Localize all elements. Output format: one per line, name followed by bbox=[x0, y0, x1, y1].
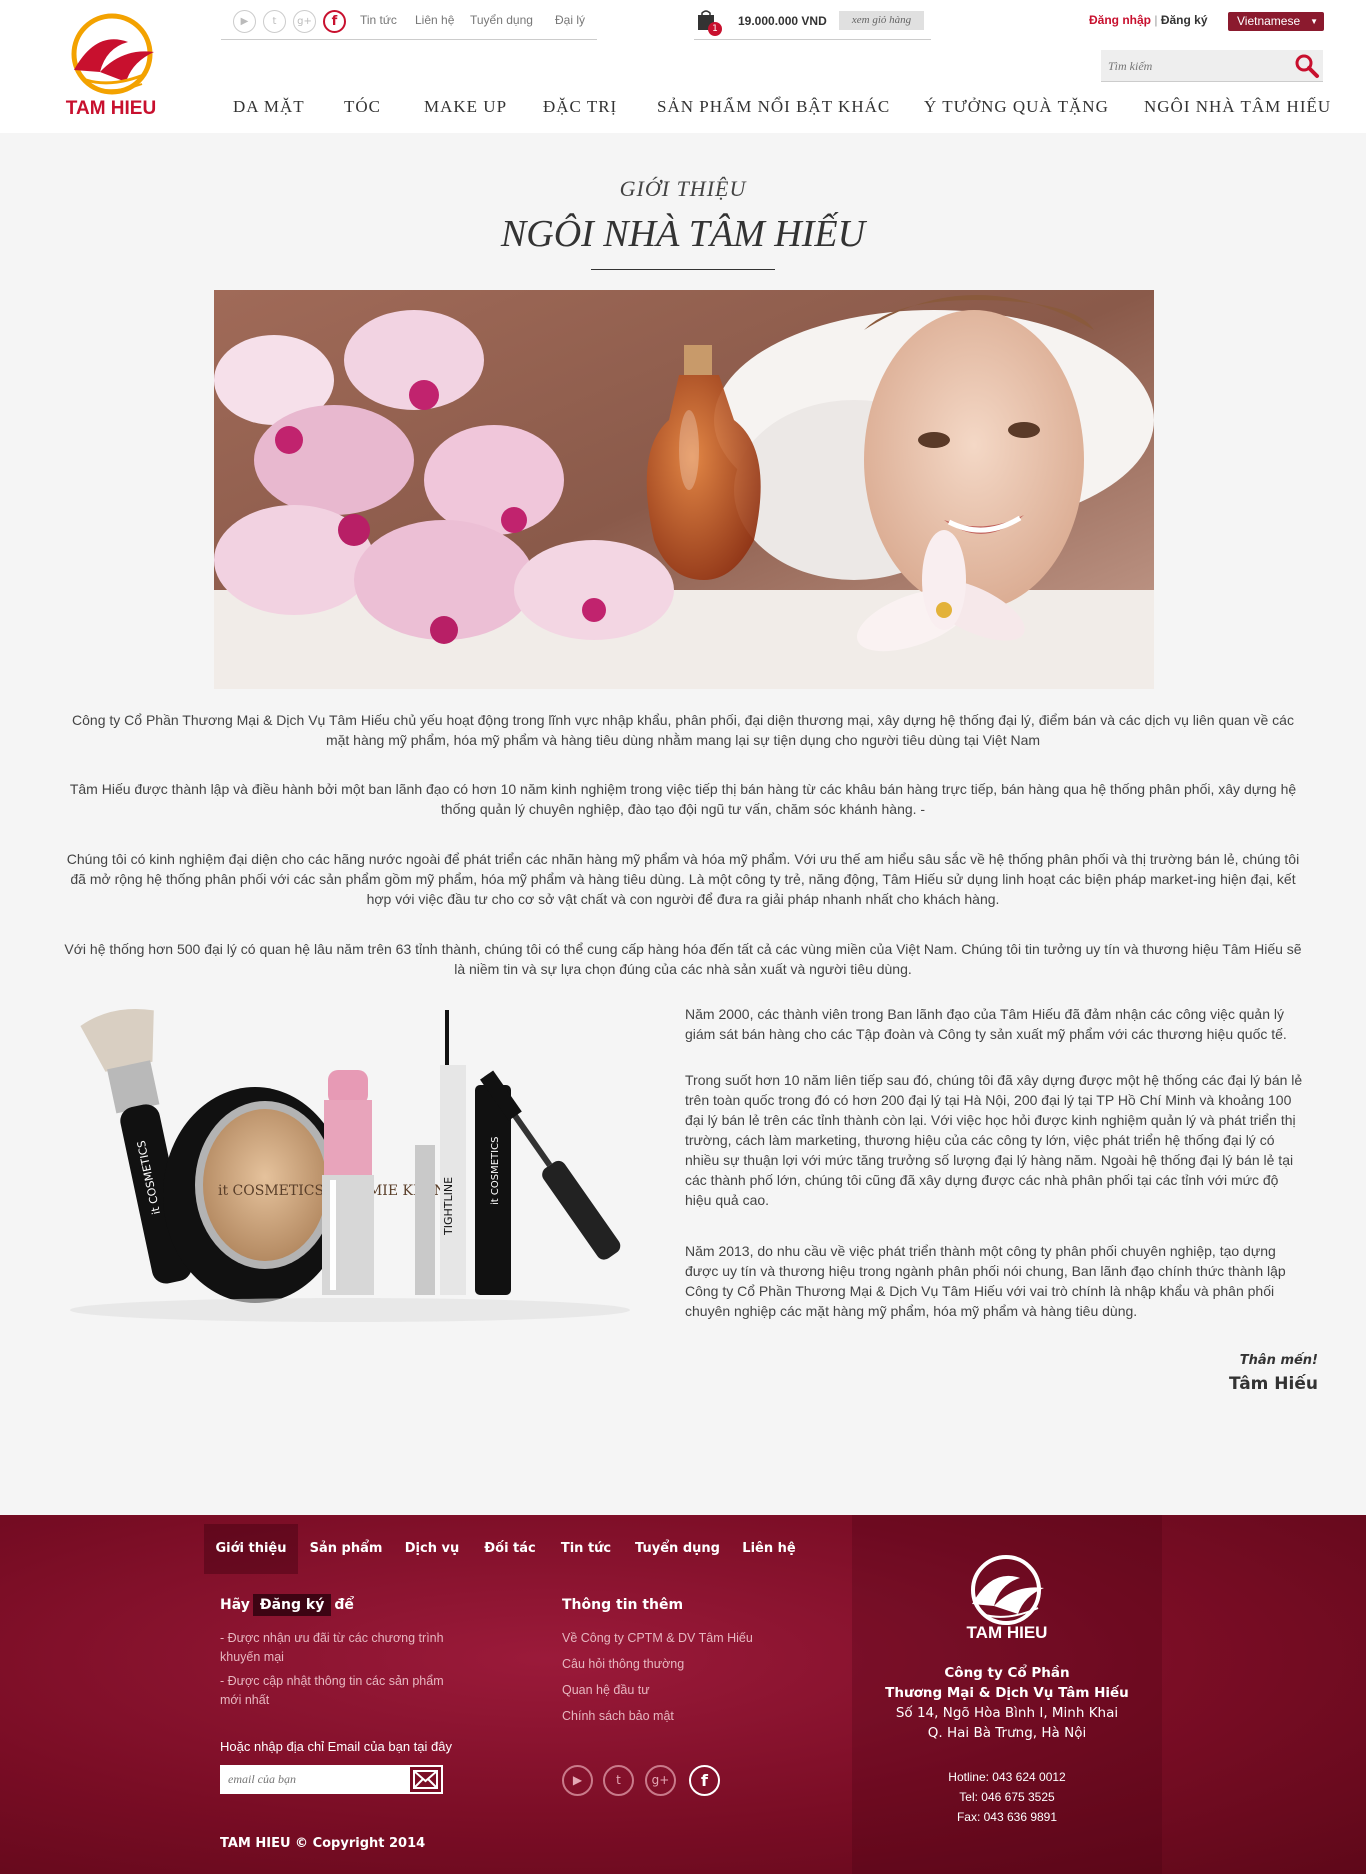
link-about-company[interactable]: Về Công ty CPTM & DV Tâm Hiếu bbox=[562, 1631, 753, 1645]
register-link[interactable]: Đăng ký bbox=[1161, 13, 1208, 27]
shopping-cart: 1 19.000.000 VND xem giỏ hàng bbox=[694, 4, 931, 40]
register-post: để bbox=[334, 1597, 354, 1613]
closing-greeting: Thân mến! bbox=[1239, 1353, 1318, 1368]
hero-banner bbox=[214, 290, 1154, 689]
login-link[interactable]: Đăng nhập bbox=[1089, 13, 1151, 27]
nav-featured[interactable]: SẢN PHẨM NỔI BẬT KHÁC bbox=[657, 97, 890, 117]
footer-nav-partners[interactable]: Đối tác bbox=[474, 1524, 546, 1574]
it-cosmetics-products-image: it COSMETICS it COSMETICS BY JAMIE KERN … bbox=[70, 1008, 630, 1322]
cart-count-badge: 1 bbox=[708, 22, 722, 36]
cart-total: 19.000.000 VND bbox=[738, 14, 827, 28]
chevron-down-icon: ▼ bbox=[1310, 17, 1318, 26]
address-line-2: Q. Hai Bà Trưng, Hà Nội bbox=[927, 1725, 1087, 1741]
facebook-icon[interactable]: f bbox=[323, 10, 346, 33]
company-name-line-2: Thương Mại & Dịch Vụ Tâm Hiếu bbox=[885, 1685, 1129, 1701]
nav-hair[interactable]: TÓC bbox=[344, 97, 381, 117]
language-select[interactable]: Vietnamese ▼ bbox=[1228, 12, 1324, 31]
more-info-heading: Thông tin thêm bbox=[562, 1597, 684, 1613]
address-line-1: Số 14, Ngõ Hòa Bình I, Minh Khai bbox=[895, 1705, 1119, 1721]
blush-stick bbox=[322, 1070, 374, 1295]
social-links-top: ▶ t g+ f Tin tức Liên hệ Tuyển dụng Đại … bbox=[221, 4, 597, 40]
footer-nav-careers[interactable]: Tuyển dụng bbox=[630, 1524, 725, 1574]
nav-treatment[interactable]: ĐẶC TRỊ bbox=[543, 97, 617, 117]
search-icon[interactable] bbox=[1294, 53, 1320, 79]
tightline-eyeliner: TIGHTLINE bbox=[415, 1010, 466, 1295]
footer-nav-products[interactable]: Sản phẩm bbox=[302, 1524, 390, 1574]
intro-paragraph-1: Công ty Cổ Phần Thương Mại & Dịch Vụ Tâm… bbox=[72, 712, 1294, 748]
top-link-agents[interactable]: Đại lý bbox=[555, 13, 585, 27]
top-link-news[interactable]: Tin tức bbox=[360, 13, 397, 27]
fax: Fax: 043 636 9891 bbox=[956, 1810, 1058, 1824]
lotus-logo-icon bbox=[71, 13, 154, 95]
footer-logo-text: TAM HIEU bbox=[966, 1623, 1048, 1642]
benefit-2: - Được cập nhật thông tin các sản phẩm m… bbox=[220, 1674, 444, 1707]
twitter-icon[interactable]: t bbox=[603, 1765, 634, 1796]
footer-nav-contact[interactable]: Liên hệ bbox=[734, 1524, 804, 1574]
site-footer: TAM HIEU Công ty Cổ Phần Thương Mại & Dị… bbox=[0, 1515, 1366, 1874]
cosmetics-product-image: it COSMETICS it COSMETICS BY JAMIE KERN … bbox=[60, 1005, 655, 1335]
main-nav: DA MẶT TÓC MAKE UP ĐẶC TRỊ SẢN PHẨM NỔI … bbox=[0, 97, 1366, 123]
link-faq[interactable]: Câu hỏi thông thường bbox=[562, 1657, 684, 1671]
copyright: TAM HIEU © Copyright 2014 bbox=[220, 1836, 426, 1851]
google-plus-icon[interactable]: g+ bbox=[645, 1765, 676, 1796]
nav-makeup[interactable]: MAKE UP bbox=[424, 97, 507, 117]
page-subtitle: GIỚI THIỆU bbox=[619, 176, 747, 201]
account-separator: | bbox=[1154, 13, 1158, 27]
footer-nav-news[interactable]: Tin tức bbox=[552, 1524, 620, 1574]
footer-logo[interactable]: TAM HIEU bbox=[954, 1550, 1060, 1650]
google-plus-icon[interactable]: g+ bbox=[293, 10, 316, 33]
search-input[interactable] bbox=[1101, 50, 1291, 82]
email-submit-button[interactable] bbox=[408, 1765, 443, 1794]
search-box bbox=[1101, 50, 1323, 82]
view-cart-button[interactable]: xem giỏ hàng bbox=[839, 11, 924, 30]
history-paragraph-2: Trong suốt hơn 10 năm liên tiếp sau đó, … bbox=[685, 1072, 1303, 1208]
site-header: TAM HIEU ▶ t g+ f Tin tức Liên hệ Tuyển … bbox=[0, 0, 1366, 133]
page-title: NGÔI NHÀ TÂM HIẾU bbox=[500, 213, 866, 255]
intro-paragraph-4: Với hệ thống hơn 500 đại lý có quan hệ l… bbox=[64, 941, 1302, 977]
footer-company-panel: TAM HIEU Công ty Cổ Phần Thương Mại & Dị… bbox=[852, 1515, 1162, 1874]
register-button[interactable]: Đăng ký bbox=[252, 1594, 332, 1616]
facebook-icon[interactable]: f bbox=[689, 1765, 720, 1796]
telephone: Tel: 046 675 3525 bbox=[959, 1790, 1055, 1804]
nav-gifts[interactable]: Ý TƯỞNG QUÀ TẶNG bbox=[924, 97, 1109, 117]
twitter-icon[interactable]: t bbox=[263, 10, 286, 33]
link-investor-relations[interactable]: Quan hệ đầu tư bbox=[562, 1683, 650, 1697]
youtube-icon[interactable]: ▶ bbox=[562, 1765, 593, 1796]
email-input[interactable] bbox=[220, 1765, 410, 1794]
account-links: Đăng nhập | Đăng ký bbox=[1089, 13, 1208, 27]
intro-paragraph-3: Chúng tôi có kinh nghiệm đại diện cho cá… bbox=[66, 851, 1300, 907]
email-label: Hoặc nhập địa chỉ Email của bạn tại đây bbox=[220, 1739, 452, 1754]
top-link-contact[interactable]: Liên hệ bbox=[415, 13, 454, 27]
footer-nav-services[interactable]: Dịch vụ bbox=[396, 1524, 468, 1574]
youtube-icon[interactable]: ▶ bbox=[233, 10, 256, 33]
mascara: it COSMETICS bbox=[475, 1070, 621, 1295]
company-name-line-1: Công ty Cổ Phần bbox=[944, 1665, 1070, 1681]
envelope-icon bbox=[413, 1770, 438, 1789]
spa-banner-image bbox=[214, 290, 1154, 689]
register-pre: Hãy bbox=[220, 1597, 250, 1613]
hotline: Hotline: 043 624 0012 bbox=[948, 1770, 1066, 1784]
top-link-careers[interactable]: Tuyển dụng bbox=[470, 13, 533, 27]
history-paragraph-1: Năm 2000, các thành viên trong Ban lãnh … bbox=[685, 1006, 1287, 1042]
history-paragraph-3: Năm 2013, do nhu cầu về việc phát triển … bbox=[685, 1243, 1286, 1319]
intro-paragraph-2: Tâm Hiếu được thành lập và điều hành bởi… bbox=[69, 781, 1297, 817]
mascara-label: it COSMETICS bbox=[490, 1137, 501, 1205]
benefit-1: - Được nhận ưu đãi từ các chương trình k… bbox=[220, 1631, 444, 1664]
title-divider bbox=[591, 269, 775, 270]
nav-face[interactable]: DA MẶT bbox=[233, 97, 305, 117]
register-heading: Hãy Đăng ký để bbox=[220, 1594, 354, 1616]
eyeliner-label: TIGHTLINE bbox=[442, 1177, 455, 1236]
lotus-logo-icon bbox=[971, 1555, 1044, 1625]
footer-nav-about[interactable]: Giới thiệu bbox=[204, 1524, 298, 1574]
link-privacy-policy[interactable]: Chính sách bảo mật bbox=[562, 1709, 674, 1723]
language-value: Vietnamese bbox=[1237, 14, 1301, 28]
signature: Tâm Hiếu bbox=[1228, 1374, 1318, 1394]
bronzer-compact: it COSMETICS BY JAMIE KERN bbox=[163, 1087, 446, 1303]
nav-about[interactable]: NGÔI NHÀ TÂM HIẾU bbox=[1144, 97, 1331, 117]
